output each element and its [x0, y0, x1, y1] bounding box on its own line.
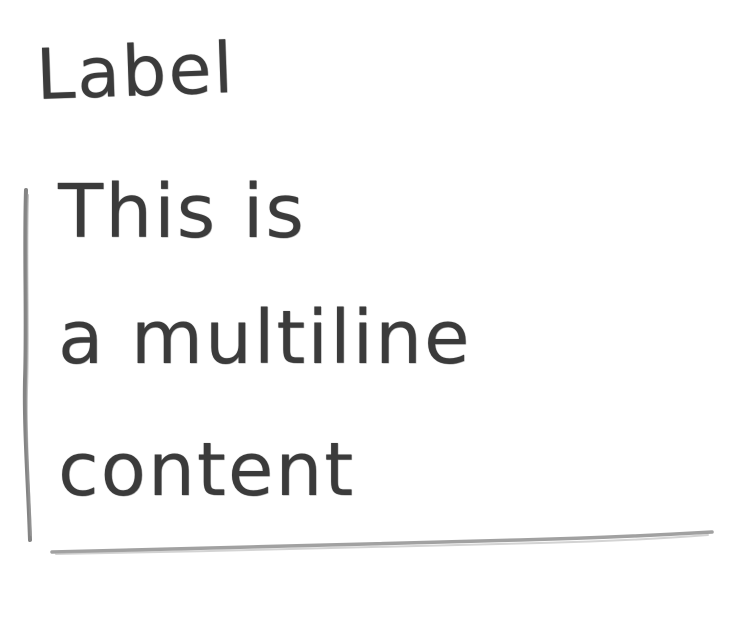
field-label: Label: [34, 27, 237, 116]
textarea-content[interactable]: This is a multiline content: [58, 160, 698, 520]
content-line: This is: [58, 169, 306, 255]
content-line: content: [58, 427, 356, 513]
content-line: a multiline: [58, 295, 472, 381]
